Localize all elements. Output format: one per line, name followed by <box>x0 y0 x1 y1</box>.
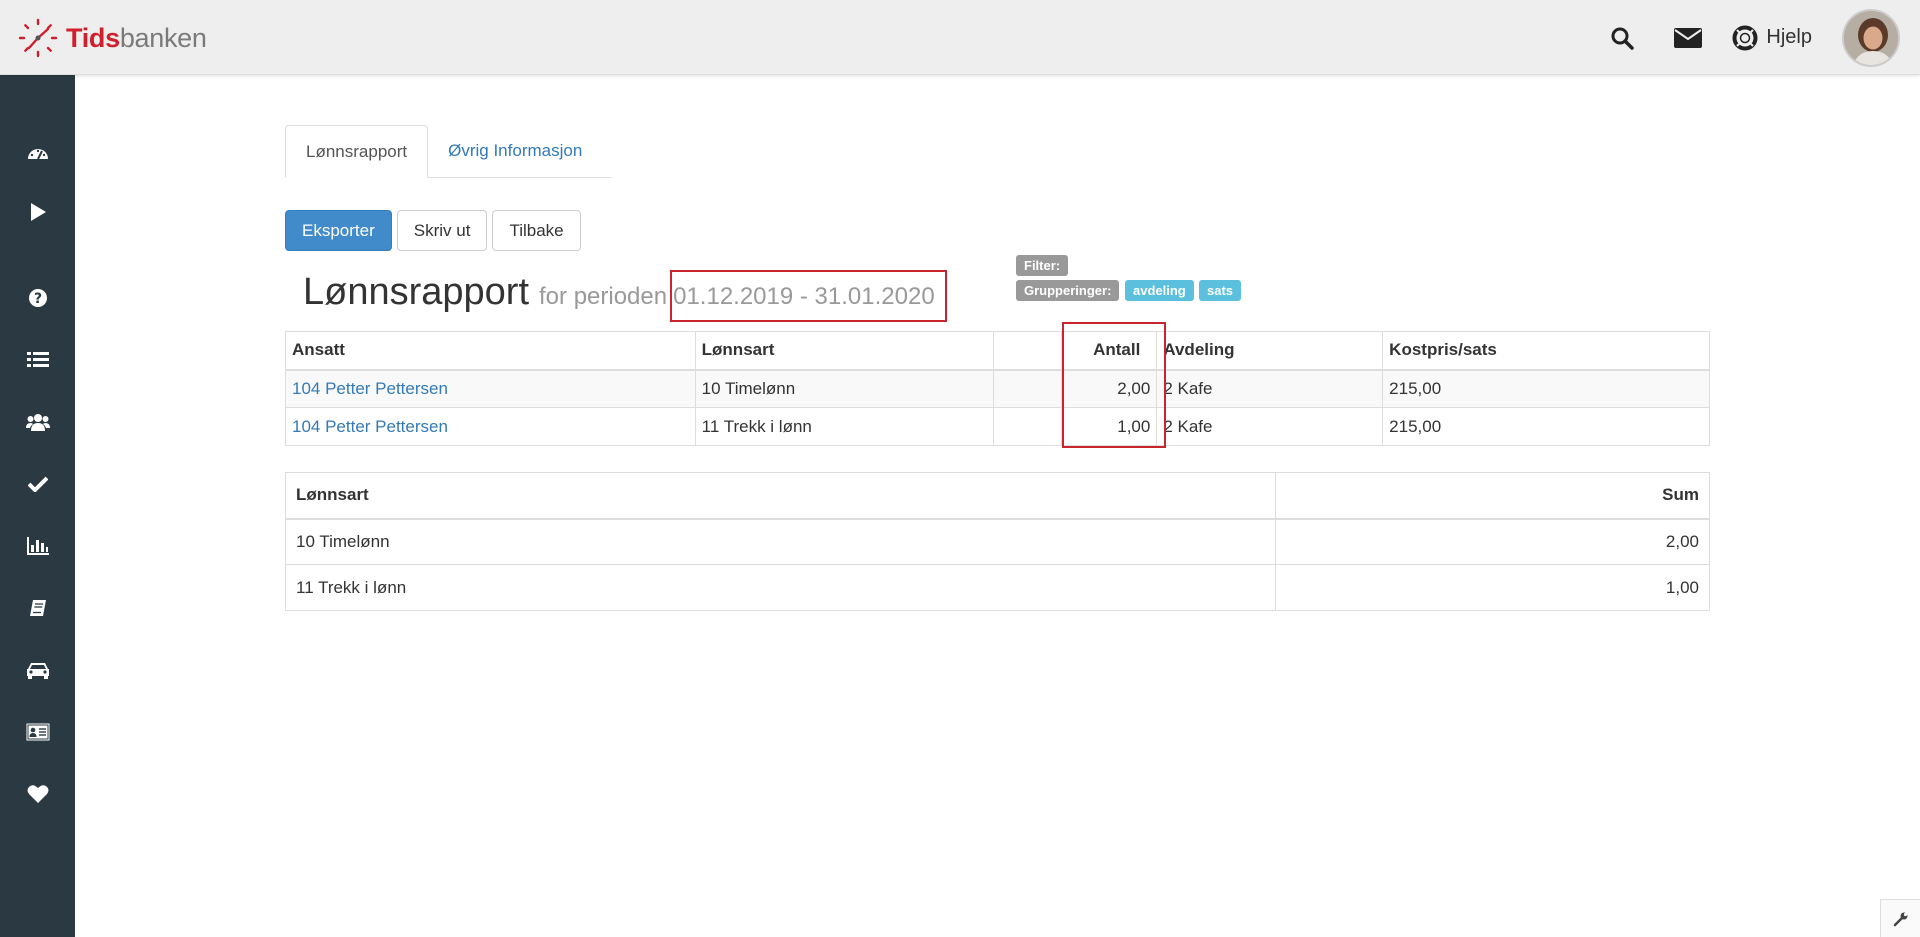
cell-avdeling: 2 Kafe <box>1156 369 1384 408</box>
list-icon <box>26 352 49 367</box>
sidebar-item-list[interactable] <box>0 337 75 383</box>
sidebar-item-reports[interactable] <box>0 523 75 569</box>
lifebuoy-icon <box>1732 25 1758 50</box>
dashboard-icon <box>27 149 48 160</box>
sidebar-item-car[interactable] <box>0 647 75 693</box>
back-button[interactable]: Tilbake <box>492 210 581 251</box>
search-icon[interactable] <box>1604 20 1640 56</box>
sidebar-item-favorites[interactable] <box>0 771 75 817</box>
help-link[interactable]: Hjelp <box>1732 25 1812 51</box>
logo-text-part1: Tids <box>66 22 120 53</box>
sidebar-item-book[interactable] <box>0 585 75 631</box>
grouping-tag-sats: sats <box>1199 280 1242 301</box>
car-icon <box>26 663 49 679</box>
table-row: 10 Timelønn 2,00 <box>284 518 1710 565</box>
grouping-tag-avdeling: avdeling <box>1125 280 1194 301</box>
filter-label: Filter: <box>1016 255 1069 276</box>
cell-kostpris: 215,00 <box>1382 407 1710 446</box>
col-header-lonnsart[interactable]: Lønnsart <box>694 331 995 371</box>
cell-kostpris: 215,00 <box>1382 369 1710 408</box>
logo-icon <box>18 18 58 58</box>
cell-wage-type: 11 Trekk i lønn <box>694 407 995 446</box>
top-nav: Hjelp <box>1604 0 1920 75</box>
cell-sum: 2,00 <box>1275 518 1710 565</box>
book-icon <box>29 600 46 616</box>
cell-blank <box>993 369 1063 408</box>
cell-wage-type: 10 Timelønn <box>694 369 995 408</box>
toolbar: Eksporter Skriv ut Tilbake <box>285 210 581 251</box>
question-icon: ? <box>28 289 47 307</box>
highlight-box-antall <box>1062 322 1166 448</box>
highlight-box-period <box>670 270 947 322</box>
col-header-kostpris[interactable]: Kostpris/sats <box>1382 331 1710 371</box>
help-label: Hjelp <box>1766 26 1812 48</box>
report-title-main: Lønnsrapport <box>303 271 530 313</box>
table-row: 11 Trekk i lønn 1,00 <box>284 564 1710 611</box>
avatar[interactable] <box>1842 8 1900 67</box>
cell-employee: 104 Petter Pettersen <box>285 369 696 408</box>
tab-ovrig-informasjon[interactable]: Øvrig Informasjon <box>428 125 612 178</box>
table-header-row: Ansatt Lønnsart Antall Avdeling Kostpris… <box>285 331 1710 371</box>
report-title-subtitle: for perioden <box>539 283 668 310</box>
sidebar-item-users[interactable] <box>0 399 75 445</box>
cell-employee: 104 Petter Pettersen <box>285 407 696 446</box>
tab-lonnsrapport[interactable]: Lønnsrapport <box>285 125 429 178</box>
col-header-blank <box>993 331 1063 371</box>
check-icon <box>27 476 48 492</box>
employee-link[interactable]: 104 Petter Pettersen <box>292 417 448 436</box>
col-header-ansatt[interactable]: Ansatt <box>285 331 696 371</box>
svg-text:?: ? <box>33 291 41 307</box>
logo[interactable]: Tidsbanken <box>18 18 207 58</box>
groupings-label: Grupperinger: <box>1016 280 1120 301</box>
table-row: 104 Petter Pettersen 11 Trekk i lønn 1,0… <box>285 407 1710 446</box>
envelope-icon[interactable] <box>1670 20 1706 56</box>
employee-link[interactable]: 104 Petter Pettersen <box>292 379 448 398</box>
table-row: 104 Petter Pettersen 10 Timelønn 2,00 2 … <box>285 369 1710 408</box>
sidebar: ? <box>0 75 75 937</box>
cell-sum: 1,00 <box>1275 564 1710 611</box>
id-card-icon <box>26 723 49 741</box>
bar-chart-icon <box>26 537 49 555</box>
heart-icon <box>27 785 48 803</box>
logo-text-part2: banken <box>119 22 207 53</box>
sidebar-item-play[interactable] <box>0 189 75 235</box>
sidebar-item-id-card[interactable] <box>0 709 75 755</box>
col-header-sum[interactable]: Sum <box>1275 472 1710 520</box>
export-button[interactable]: Eksporter <box>285 210 392 251</box>
wrench-button[interactable] <box>1880 899 1920 937</box>
sidebar-item-approve[interactable] <box>0 461 75 507</box>
col-header-lonnsart[interactable]: Lønnsart <box>284 472 1277 520</box>
top-bar: Tidsbanken Hjelp <box>0 0 1920 75</box>
tabs: Lønnsrapport Øvrig Informasjon <box>285 125 612 178</box>
cell-wage-type: 11 Trekk i lønn <box>284 564 1277 611</box>
sidebar-item-dashboard[interactable] <box>0 130 75 176</box>
wrench-icon <box>1893 912 1907 926</box>
payroll-detail-table: Ansatt Lønnsart Antall Avdeling Kostpris… <box>285 331 1710 446</box>
cell-wage-type: 10 Timelønn <box>284 518 1277 565</box>
play-icon <box>30 203 46 221</box>
col-header-avdeling[interactable]: Avdeling <box>1156 331 1384 371</box>
logo-text: Tidsbanken <box>66 23 207 54</box>
sidebar-item-help[interactable]: ? <box>0 275 75 321</box>
table-header-row: Lønnsart Sum <box>284 472 1710 520</box>
users-icon <box>25 414 50 431</box>
cell-blank <box>993 407 1063 446</box>
cell-avdeling: 2 Kafe <box>1156 407 1384 446</box>
print-button[interactable]: Skriv ut <box>396 210 488 251</box>
payroll-summary-table: Lønnsart Sum 10 Timelønn 2,00 11 Trekk i… <box>284 472 1710 611</box>
